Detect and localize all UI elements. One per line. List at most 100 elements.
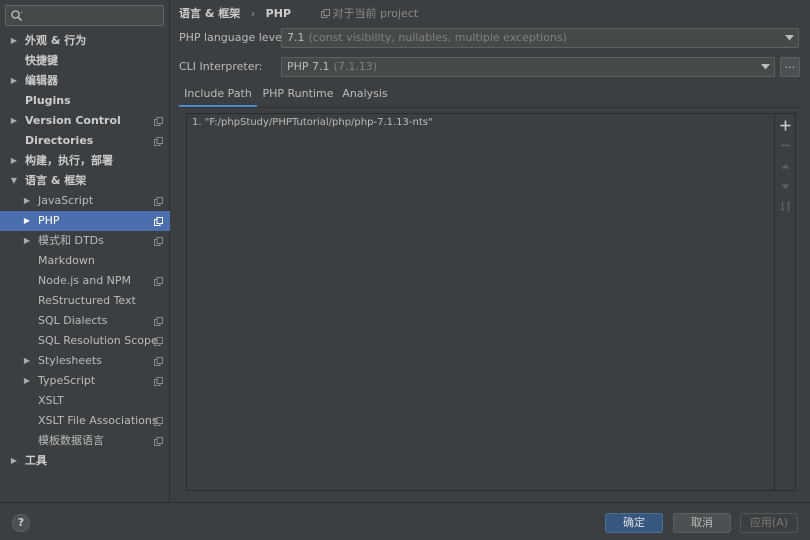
cancel-button[interactable]: 取消 xyxy=(673,513,731,533)
sidebar-item[interactable]: ▶ Version Control xyxy=(0,111,170,131)
sidebar-item-label: 模式和 DTDs xyxy=(38,234,104,247)
breadcrumb-current: PHP xyxy=(265,7,292,20)
chevron-down-icon[interactable]: ▼ xyxy=(9,171,19,191)
project-scope-icon xyxy=(320,9,330,18)
cli-interpreter-browse-button[interactable]: ... xyxy=(780,57,800,77)
project-scope-icon xyxy=(154,337,163,346)
sidebar-item[interactable]: 模板数据语言 xyxy=(0,431,170,451)
language-level-combo[interactable]: 7.1 (const visibility, nullables, multipl… xyxy=(281,28,799,48)
sidebar-item-label: 编辑器 xyxy=(25,74,58,87)
project-scope-icon xyxy=(154,357,163,366)
sidebar-item[interactable]: ▶ 工具 xyxy=(0,451,170,471)
sidebar-item-label: 模板数据语言 xyxy=(38,434,104,447)
sidebar-item[interactable]: Plugins xyxy=(0,91,170,111)
sidebar-item-label: 构建，执行，部署 xyxy=(25,154,113,167)
project-scope-icon xyxy=(154,417,163,426)
settings-content: 语言 & 框架 › PHP 对于当前 project PHP language … xyxy=(171,0,810,502)
project-scope-icon xyxy=(154,277,163,286)
sidebar-item-label: TypeScript xyxy=(38,374,96,387)
sidebar-item-label: Stylesheets xyxy=(38,354,102,367)
settings-sidebar: ▶ 外观 & 行为 快捷键 ▶ 编辑器 Plugins ▶ Version Control Di… xyxy=(0,0,170,502)
cli-interpreter-combo[interactable]: PHP 7.1 (7.1.13) xyxy=(281,57,775,77)
sidebar-item-label: 工具 xyxy=(25,454,47,467)
apply-button[interactable]: 应用(A) xyxy=(740,513,798,533)
dialog-footer: ? 确定 取消 应用(A) xyxy=(0,502,810,540)
include-path-row[interactable]: 1. "F:/phpStudy/PHPTutorial/php/php-7.1.… xyxy=(187,114,774,131)
sidebar-item[interactable]: ▶ 编辑器 xyxy=(0,71,170,91)
chevron-right-icon[interactable]: ▶ xyxy=(9,451,19,471)
sidebar-item-label: 外观 & 行为 xyxy=(25,34,87,47)
sidebar-item[interactable]: Directories xyxy=(0,131,170,151)
ok-button[interactable]: 确定 xyxy=(605,513,663,533)
sidebar-item-label: Plugins xyxy=(25,94,71,107)
tab-analysis[interactable]: Analysis xyxy=(339,85,391,108)
settings-search-box[interactable] xyxy=(5,5,164,26)
sidebar-item-label: Markdown xyxy=(38,254,95,267)
sidebar-item[interactable]: Markdown xyxy=(0,251,170,271)
project-scope-note: 对于当前 project xyxy=(320,7,419,21)
sidebar-item[interactable]: ▶ PHP xyxy=(0,211,170,231)
tab-divider xyxy=(179,107,801,108)
cli-interpreter-value: PHP 7.1 xyxy=(287,60,330,73)
sidebar-item[interactable]: ▶ 模式和 DTDs xyxy=(0,231,170,251)
chevron-right-icon[interactable]: ▶ xyxy=(22,231,32,251)
sidebar-item[interactable]: ▶ 构建，执行，部署 xyxy=(0,151,170,171)
project-scope-icon xyxy=(154,117,163,126)
project-scope-icon xyxy=(154,317,163,326)
sidebar-item[interactable]: ▶ 外观 & 行为 xyxy=(0,31,170,51)
sidebar-item[interactable]: SQL Resolution Scopes xyxy=(0,331,170,351)
sidebar-item-label: XSLT File Associations xyxy=(38,414,158,427)
add-icon[interactable] xyxy=(779,119,792,132)
breadcrumb-separator: › xyxy=(250,7,256,20)
move-up-icon[interactable] xyxy=(779,160,792,173)
sidebar-item-label: 快捷键 xyxy=(25,54,58,67)
sidebar-item-label: PHP xyxy=(38,214,60,227)
sidebar-item-label: JavaScript xyxy=(38,194,94,207)
remove-icon[interactable] xyxy=(779,139,792,152)
chevron-right-icon[interactable]: ▶ xyxy=(9,111,19,131)
chevron-right-icon[interactable]: ▶ xyxy=(9,31,19,51)
sidebar-item-label: XSLT xyxy=(38,394,64,407)
project-scope-icon xyxy=(154,237,163,246)
chevron-right-icon[interactable]: ▶ xyxy=(9,151,19,171)
settings-search-input[interactable] xyxy=(26,7,160,24)
chevron-down-icon xyxy=(785,35,794,41)
breadcrumb: 语言 & 框架 › PHP 对于当前 project xyxy=(179,7,418,21)
language-level-value: 7.1 xyxy=(287,31,305,44)
settings-tree: ▶ 外观 & 行为 快捷键 ▶ 编辑器 Plugins ▶ Version Control Di… xyxy=(0,31,170,471)
cli-interpreter-label: CLI Interpreter: xyxy=(179,60,263,73)
project-scope-icon xyxy=(154,377,163,386)
sidebar-item-label: 语言 & 框架 xyxy=(25,174,87,187)
breadcrumb-parent[interactable]: 语言 & 框架 xyxy=(179,7,240,21)
chevron-right-icon[interactable]: ▶ xyxy=(22,191,32,211)
sidebar-item[interactable]: ▼ 语言 & 框架 xyxy=(0,171,170,191)
sidebar-item-label: Directories xyxy=(25,134,94,147)
sidebar-item[interactable]: ▶ JavaScript xyxy=(0,191,170,211)
sidebar-item[interactable]: 快捷键 xyxy=(0,51,170,71)
language-level-label: PHP language level: xyxy=(179,31,289,44)
language-level-hint: (const visibility, nullables, multiple e… xyxy=(308,31,567,44)
help-button[interactable]: ? xyxy=(12,514,30,532)
sort-icon[interactable] xyxy=(779,200,792,213)
include-path-toolbar xyxy=(774,114,795,490)
chevron-right-icon[interactable]: ▶ xyxy=(22,211,32,231)
cli-interpreter-hint: (7.1.13) xyxy=(333,60,378,73)
sidebar-item[interactable]: ▶ Stylesheets xyxy=(0,351,170,371)
project-scope-icon xyxy=(154,137,163,146)
project-scope-icon xyxy=(154,197,163,206)
sidebar-item[interactable]: ▶ TypeScript xyxy=(0,371,170,391)
sidebar-item[interactable]: ReStructured Text xyxy=(0,291,170,311)
tab-include-path[interactable]: Include Path xyxy=(179,85,257,108)
include-path-list[interactable]: 1. "F:/phpStudy/PHPTutorial/php/php-7.1.… xyxy=(187,114,774,490)
project-scope-icon xyxy=(154,437,163,446)
chevron-right-icon[interactable]: ▶ xyxy=(22,351,32,371)
chevron-right-icon[interactable]: ▶ xyxy=(22,371,32,391)
project-scope-text: 对于当前 project xyxy=(332,7,419,20)
sidebar-item[interactable]: XSLT File Associations xyxy=(0,411,170,431)
sidebar-item[interactable]: SQL Dialects xyxy=(0,311,170,331)
move-down-icon[interactable] xyxy=(779,180,792,193)
sidebar-item[interactable]: Node.js and NPM xyxy=(0,271,170,291)
sidebar-item[interactable]: XSLT xyxy=(0,391,170,411)
tab-php-runtime[interactable]: PHP Runtime xyxy=(258,85,338,108)
chevron-right-icon[interactable]: ▶ xyxy=(9,71,19,91)
